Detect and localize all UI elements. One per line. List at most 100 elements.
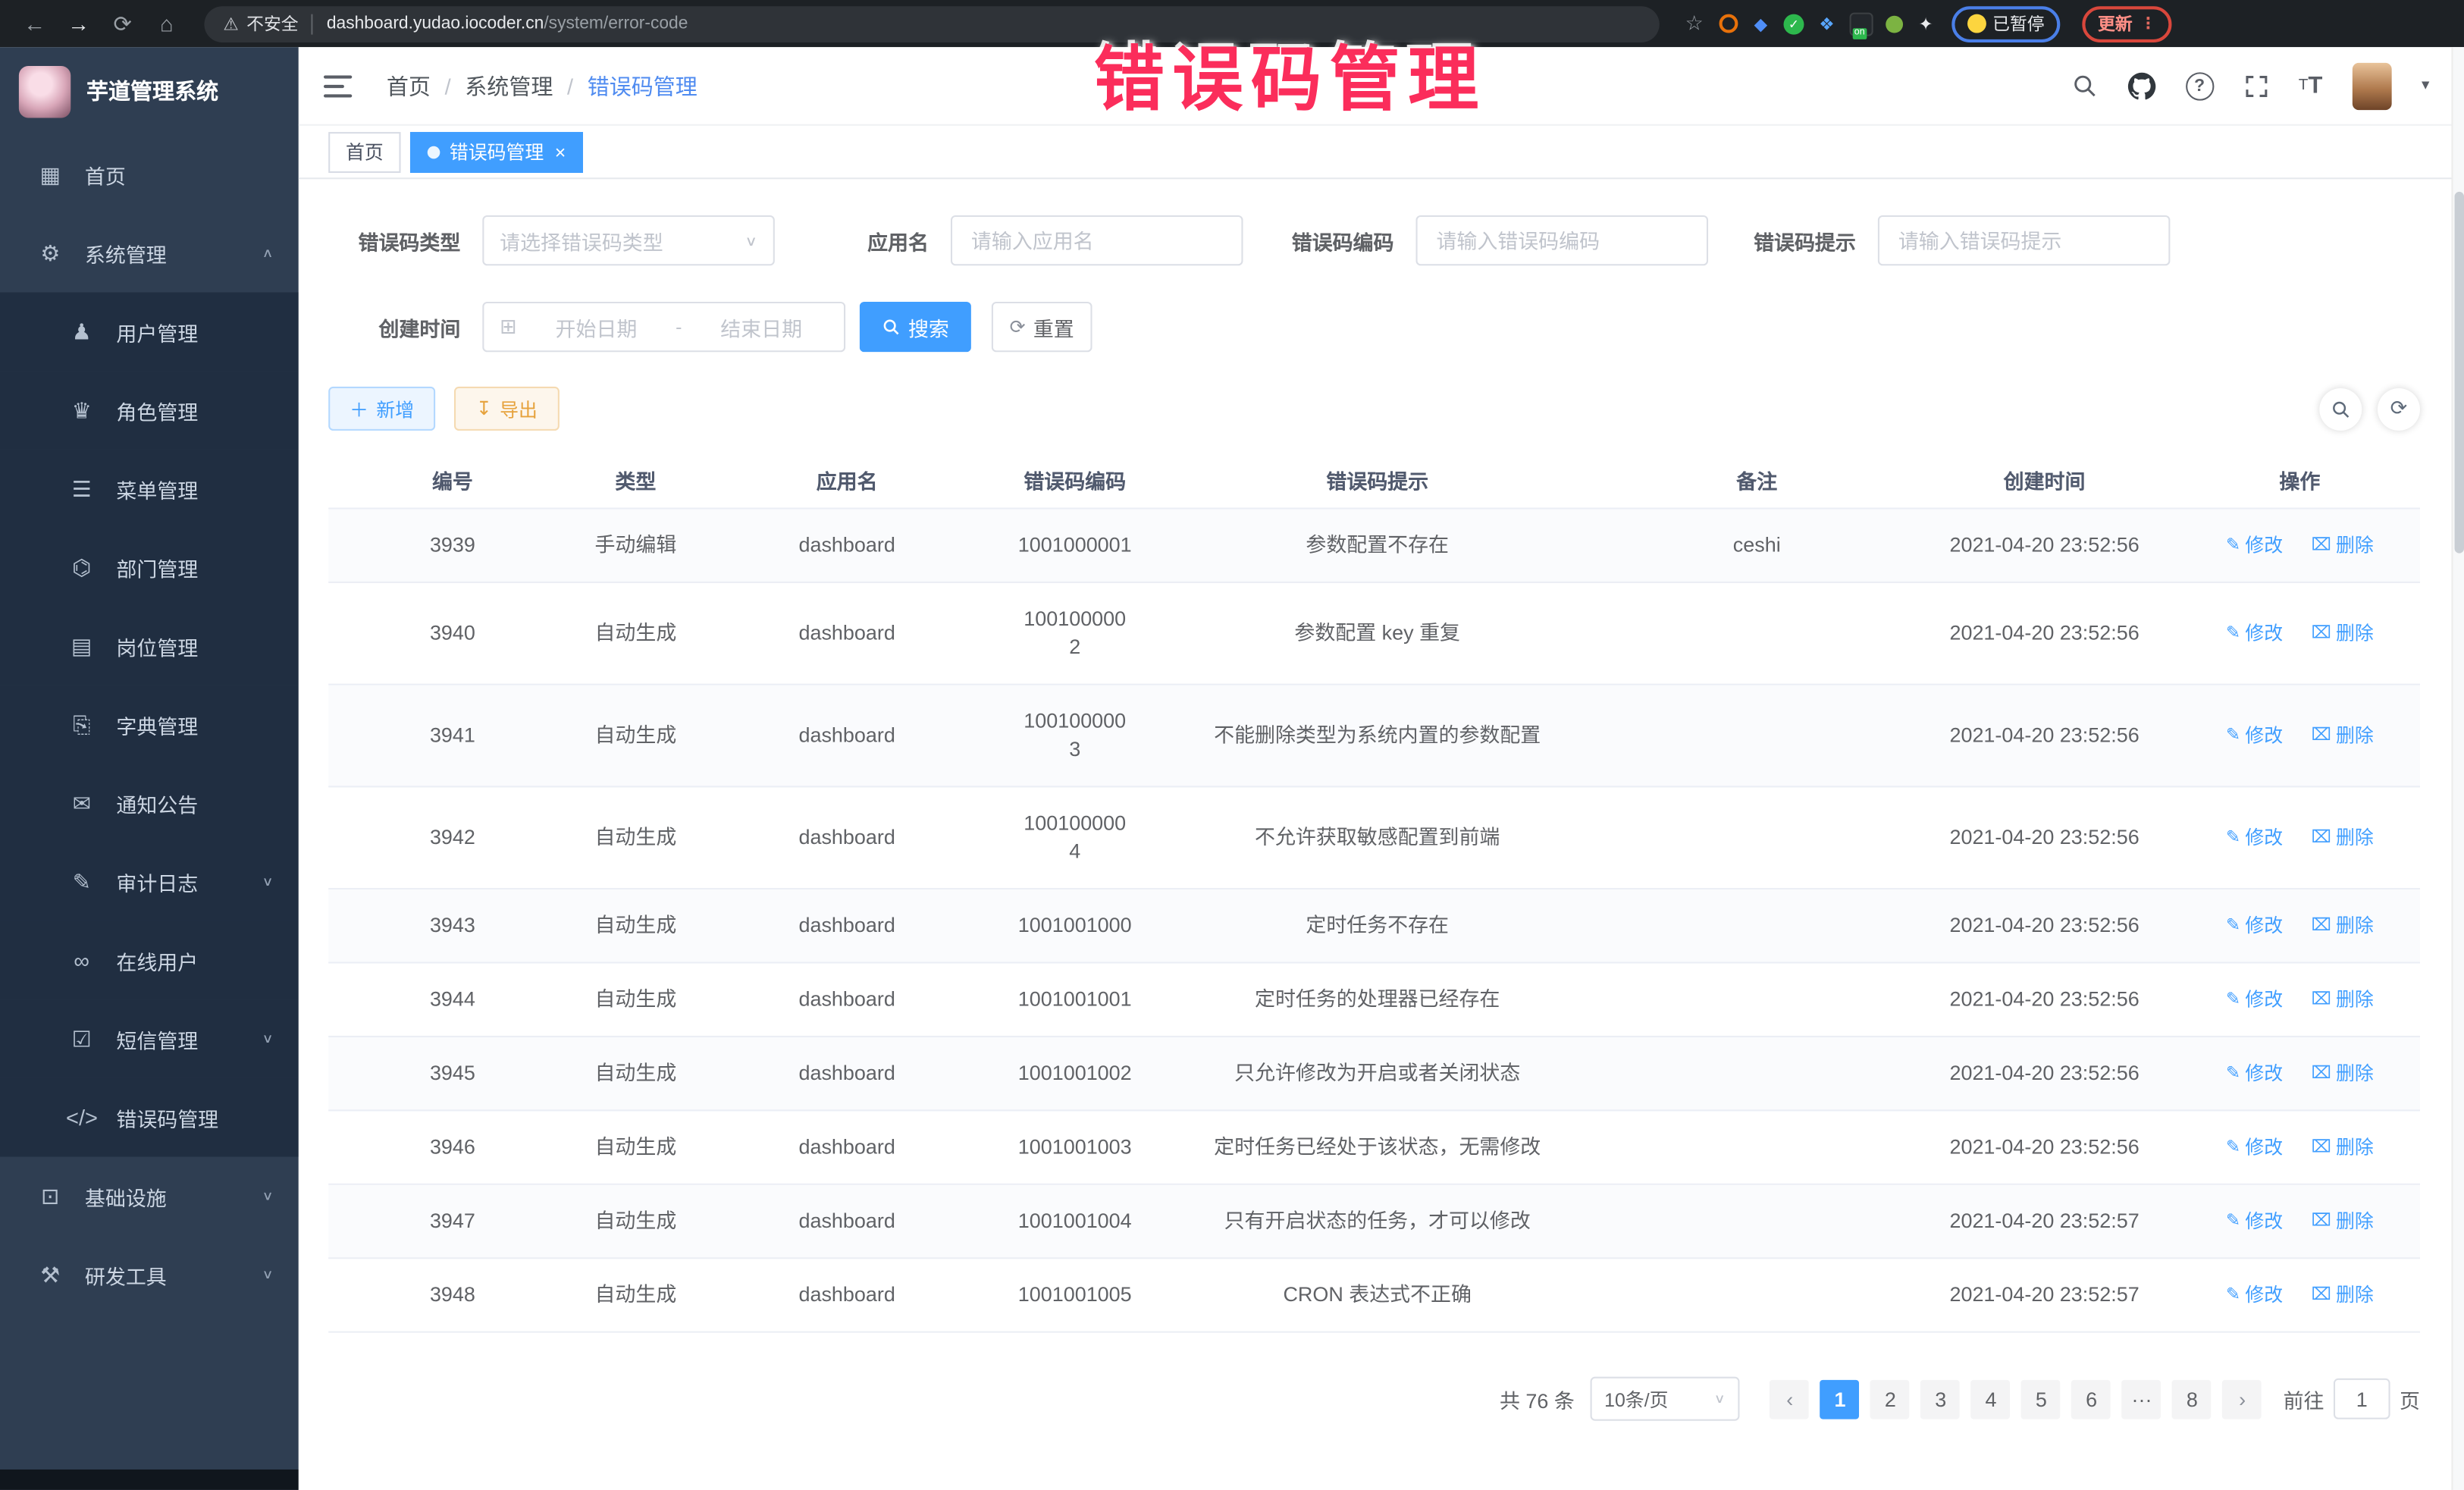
profile-paused-badge[interactable]: 已暂停 [1951, 5, 2060, 42]
home-icon[interactable]: ⌂ [149, 11, 184, 36]
sidebar-item[interactable]: ♟ 用户管理 [0, 293, 299, 372]
edit-link[interactable]: ✎修改 [2226, 911, 2283, 939]
search-button[interactable]: 搜索 [860, 302, 971, 352]
extension-icon-grid[interactable]: ❖ [1817, 14, 1837, 34]
cell-app: dashboard [694, 1111, 999, 1183]
next-page-button[interactable]: › [2223, 1379, 2262, 1419]
error-code-label: 错误码编码 [1284, 225, 1393, 255]
tags-view-bar: 首页 × 错误码管理 × [299, 126, 2464, 179]
page-button[interactable]: 6 [2072, 1379, 2111, 1419]
delete-link[interactable]: ⌧删除 [2311, 532, 2373, 560]
delete-link[interactable]: ⌧删除 [2311, 721, 2373, 749]
sidebar-item[interactable]: ⚙ 系统管理 ∧ [0, 214, 299, 293]
sidebar-item[interactable]: ▤ 岗位管理 [0, 607, 299, 685]
extension-icon-orange-ring[interactable] [1719, 14, 1738, 33]
extension-icon-dark[interactable]: on [1850, 12, 1873, 36]
edit-link[interactable]: ✎修改 [2226, 1133, 2283, 1161]
delete-link[interactable]: ⌧删除 [2311, 911, 2373, 939]
page-button[interactable]: 1 [1820, 1379, 1860, 1419]
extension-icon-green-check[interactable]: ✓ [1784, 14, 1804, 34]
error-code-input[interactable] [1433, 227, 1691, 254]
extension-icon-blue-gem[interactable]: ◆ [1751, 14, 1771, 34]
cell-code: 100100000 4 [999, 787, 1150, 888]
toggle-search-button[interactable] [2319, 387, 2362, 430]
page-scrollbar[interactable] [2451, 47, 2464, 1490]
reload-icon[interactable]: ⟳ [105, 10, 140, 36]
sidebar-toggle-icon[interactable] [324, 74, 352, 96]
delete-link[interactable]: ⌧删除 [2311, 986, 2373, 1014]
close-icon[interactable]: × [555, 141, 566, 163]
edit-link[interactable]: ✎修改 [2226, 986, 2283, 1014]
delete-link[interactable]: ⌧删除 [2311, 823, 2373, 852]
delete-link[interactable]: ⌧删除 [2311, 1207, 2373, 1235]
edit-link[interactable]: ✎修改 [2226, 823, 2283, 852]
page-title-watermark: 错误码管理 [1094, 22, 1487, 124]
page-button[interactable]: 4 [1971, 1379, 2011, 1419]
delete-link[interactable]: ⌧删除 [2311, 620, 2373, 648]
cell-memo [1604, 611, 1909, 655]
fullscreen-icon[interactable] [2243, 73, 2268, 98]
bookmark-star-icon[interactable]: ☆ [1685, 11, 1704, 36]
sidebar-item-icon: ▤ [66, 632, 97, 659]
extension-icon-key[interactable] [1886, 15, 1903, 33]
delete-link[interactable]: ⌧删除 [2311, 1059, 2373, 1087]
table-header-row: 编号 类型 应用名 错误码编码 错误码提示 备注 创建时间 操作 [328, 453, 2420, 510]
sidebar-item[interactable]: ⎘ 字典管理 [0, 685, 299, 764]
edit-link[interactable]: ✎修改 [2226, 1207, 2283, 1235]
sidebar-item[interactable]: </> 错误码管理 [0, 1078, 299, 1157]
extensions-puzzle-icon[interactable]: ✦ [1916, 14, 1936, 34]
sidebar-item[interactable]: ⊡ 基础设施 ∨ [0, 1157, 299, 1236]
breadcrumb-home[interactable]: 首页 [387, 70, 431, 101]
sidebar-item[interactable]: ∞ 在线用户 [0, 921, 299, 1000]
edit-link[interactable]: ✎修改 [2226, 620, 2283, 648]
cell-memo [1604, 904, 1909, 948]
page-button[interactable]: 2 [1870, 1379, 1910, 1419]
sidebar-item-label: 首页 [85, 159, 126, 189]
edit-link[interactable]: ✎修改 [2226, 532, 2283, 560]
reset-button[interactable]: ⟳ 重置 [992, 302, 1092, 352]
refresh-button[interactable]: ⟳ [2378, 387, 2420, 430]
sidebar-item[interactable]: ✉ 通知公告 [0, 764, 299, 842]
sidebar-item-label: 字典管理 [116, 710, 198, 739]
forward-icon[interactable]: → [61, 11, 96, 36]
add-button[interactable]: ＋ 新增 [328, 387, 435, 431]
edit-link[interactable]: ✎修改 [2226, 1281, 2283, 1309]
avatar[interactable] [2353, 62, 2392, 109]
sidebar-item[interactable]: ☰ 菜单管理 [0, 450, 299, 529]
page-button[interactable]: ··· [2122, 1379, 2161, 1419]
breadcrumb-system[interactable]: 系统管理 [465, 70, 553, 101]
app-name-input[interactable] [968, 227, 1226, 254]
edit-link[interactable]: ✎修改 [2226, 721, 2283, 749]
sidebar-item[interactable]: ▦ 首页 [0, 135, 299, 214]
prev-page-button[interactable]: ‹ [1770, 1379, 1810, 1419]
delete-link[interactable]: ⌧删除 [2311, 1281, 2373, 1309]
back-icon[interactable]: ← [17, 11, 52, 36]
browser-update-button[interactable]: 更新 ⋮ [2082, 5, 2171, 42]
sidebar-item[interactable]: ♛ 角色管理 [0, 371, 299, 450]
delete-link[interactable]: ⌧删除 [2311, 1133, 2373, 1161]
export-button[interactable]: ↧ 导出 [454, 387, 560, 431]
tab[interactable]: 错误码管理 × [410, 131, 583, 172]
page-button[interactable]: 8 [2172, 1379, 2212, 1419]
error-msg-input[interactable] [1895, 227, 2153, 254]
avatar-caret-icon[interactable]: ▾ [2422, 77, 2429, 95]
sidebar-item[interactable]: ✎ 审计日志 ∨ [0, 842, 299, 921]
edit-link[interactable]: ✎修改 [2226, 1059, 2283, 1087]
sidebar-item[interactable]: ⌬ 部门管理 [0, 528, 299, 607]
help-icon[interactable]: ? [2185, 71, 2213, 99]
tab[interactable]: 首页 × [328, 131, 400, 172]
github-icon[interactable] [2127, 71, 2155, 99]
page-size-select[interactable]: 10条/页 ∨ [1591, 1377, 1740, 1421]
date-range-picker[interactable]: ⊞ 开始日期 - 结束日期 [482, 302, 845, 352]
font-size-icon[interactable]: TT [2299, 72, 2323, 99]
sidebar-item[interactable]: ☑ 短信管理 ∨ [0, 999, 299, 1078]
goto-page-input[interactable] [2334, 1379, 2390, 1419]
page-button[interactable]: 3 [1921, 1379, 1961, 1419]
page-button[interactable]: 5 [2021, 1379, 2061, 1419]
scrollbar-thumb[interactable] [2455, 192, 2464, 554]
search-icon[interactable] [2071, 72, 2097, 99]
sidebar-item[interactable]: ⚒ 研发工具 ∨ [0, 1235, 299, 1314]
error-type-select[interactable]: 请选择错误码类型 ∨ [482, 215, 775, 265]
calendar-icon: ⊞ [500, 315, 517, 340]
table-row: 3948 自动生成 dashboard 1001001005 CRON 表达式不… [328, 1259, 2420, 1332]
